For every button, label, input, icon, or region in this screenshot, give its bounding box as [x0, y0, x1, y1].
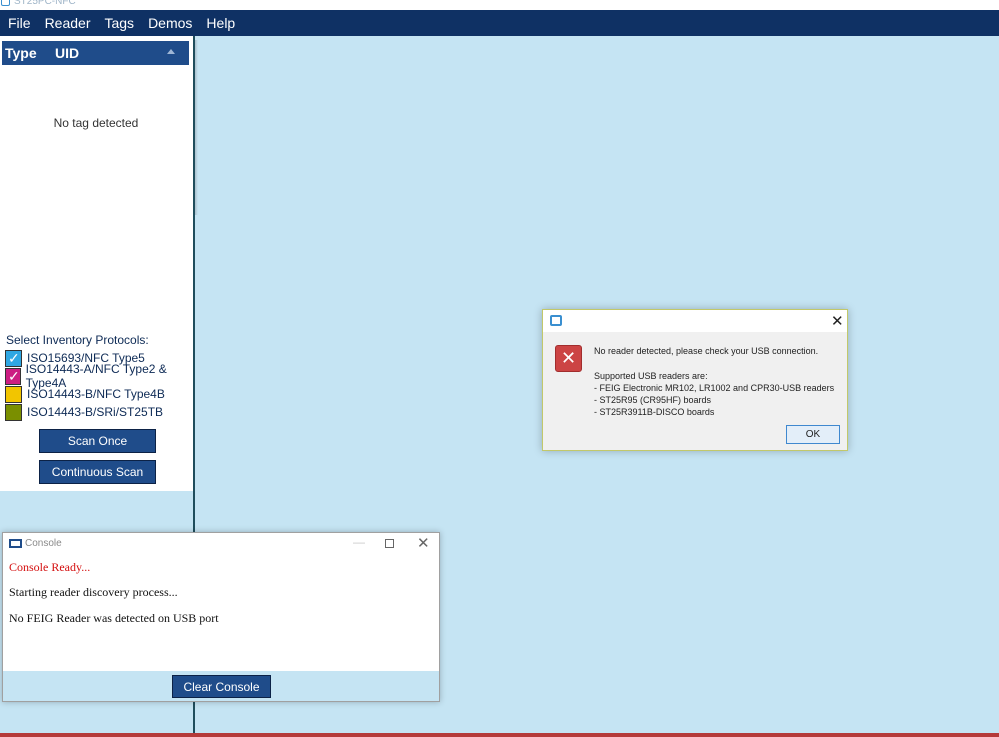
protocol-iso14443a[interactable]: ✓ ISO14443-A/NFC Type2 & Type4A: [5, 362, 193, 390]
scan-once-button[interactable]: Scan Once: [39, 429, 156, 453]
minimize-icon[interactable]: —: [353, 535, 365, 549]
console-window-icon: [9, 539, 22, 548]
dialog-message: No reader detected, please check your US…: [594, 346, 819, 356]
column-header-uid[interactable]: UID: [55, 45, 79, 61]
ok-button[interactable]: OK: [786, 425, 840, 444]
clear-console-button[interactable]: Clear Console: [172, 675, 271, 698]
supported-reader: - FEIG Electronic MR102, LR1002 and CPR3…: [594, 383, 835, 393]
protocol-checkbox[interactable]: [5, 403, 22, 421]
menu-demos[interactable]: Demos: [148, 15, 192, 31]
console-line: Starting reader discovery process...: [9, 585, 178, 599]
supported-reader: - ST25R3911B-DISCO boards: [594, 407, 715, 417]
no-tag-message: No tag detected: [53, 116, 139, 130]
app-icon: [550, 315, 562, 326]
menu-reader[interactable]: Reader: [45, 15, 91, 31]
column-header-type[interactable]: Type: [5, 45, 37, 61]
menu-file[interactable]: File: [8, 15, 31, 31]
protocols-title: Select Inventory Protocols:: [6, 333, 149, 347]
console-footer: Clear Console: [3, 671, 439, 701]
dialog-titlebar[interactable]: ✕: [543, 310, 847, 332]
console-line: No FEIG Reader was detected on USB port: [9, 611, 219, 625]
console-line: Console Ready...: [9, 560, 91, 574]
app-icon: [1, 0, 10, 6]
check-icon: ✓: [8, 349, 20, 366]
protocol-label: ISO14443-B/NFC Type4B: [27, 387, 165, 401]
sort-arrow-icon[interactable]: [167, 49, 175, 54]
protocol-checkbox[interactable]: ✓: [5, 367, 21, 385]
window-title: ST25PC-NFC: [14, 0, 76, 7]
console-titlebar[interactable]: Console — ✕: [3, 533, 439, 555]
protocol-label: ISO14443-B/SRi/ST25TB: [27, 405, 164, 419]
protocol-iso14443b[interactable]: ISO14443-B/NFC Type4B: [5, 385, 165, 403]
tag-list-header: Type UID: [2, 41, 189, 65]
close-icon[interactable]: ✕: [417, 534, 430, 552]
menu-bar: File Reader Tags Demos Help: [0, 10, 999, 36]
error-icon: ✕: [555, 345, 582, 372]
left-panel: Type UID No tag detected Select Inventor…: [0, 36, 193, 491]
continuous-scan-button[interactable]: Continuous Scan: [39, 460, 156, 484]
error-dialog: ✕ ✕ No reader detected, please check you…: [542, 309, 848, 451]
console-title: Console: [25, 538, 62, 549]
protocol-iso14443b-sri[interactable]: ISO14443-B/SRi/ST25TB: [5, 403, 163, 421]
console-window: Console — ✕ Console Ready... Starting re…: [2, 532, 440, 702]
close-icon[interactable]: ✕: [831, 312, 844, 330]
check-icon: ✓: [8, 367, 20, 384]
menu-tags[interactable]: Tags: [104, 15, 134, 31]
maximize-icon[interactable]: [385, 539, 394, 548]
window-titlebar: ST25PC-NFC: [0, 0, 999, 10]
protocol-checkbox[interactable]: [5, 385, 22, 403]
supported-title: Supported USB readers are:: [594, 371, 708, 381]
status-strip: [0, 733, 999, 737]
supported-reader: - ST25R95 (CR95HF) boards: [594, 395, 712, 405]
protocol-checkbox[interactable]: ✓: [5, 349, 22, 367]
menu-help[interactable]: Help: [206, 15, 235, 31]
